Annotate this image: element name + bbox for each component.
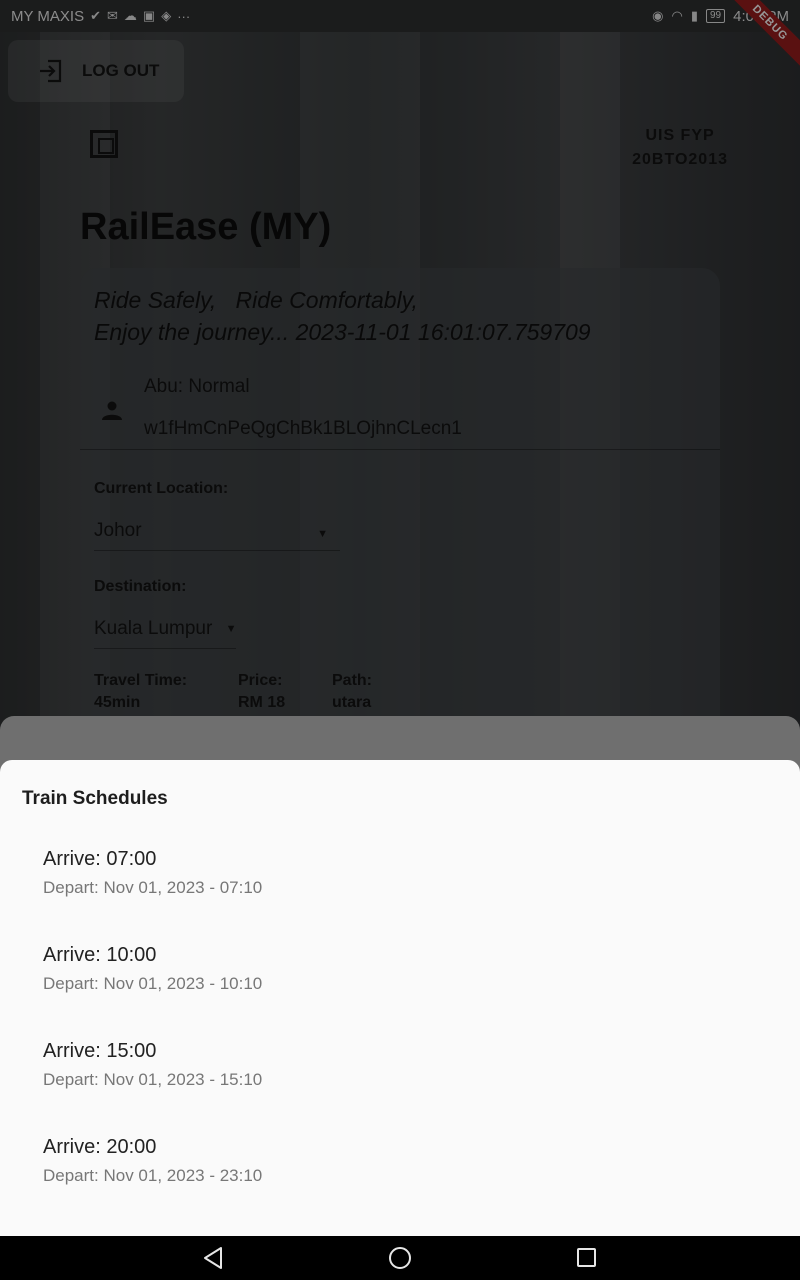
depart-time: Depart: Nov 01, 2023 - 23:10 (43, 1166, 263, 1185)
arrive-time: Arrive: 07:00 (43, 848, 157, 870)
recents-icon[interactable] (577, 1248, 596, 1267)
arrive-time: Arrive: 15:00 (43, 1040, 157, 1062)
schedule-item[interactable]: Arrive: 07:00 Depart: Nov 01, 2023 - 07:… (0, 848, 800, 944)
arrive-time: Arrive: 20:00 (43, 1136, 157, 1158)
schedule-item[interactable]: Arrive: 20:00 Depart: Nov 01, 2023 - 23:… (0, 1136, 800, 1232)
schedule-item[interactable]: Arrive: 10:00 Depart: Nov 01, 2023 - 10:… (0, 944, 800, 1040)
arrive-time: Arrive: 10:00 (43, 944, 157, 966)
train-schedules-sheet: Train Schedules Arrive: 07:00 Depart: No… (0, 760, 800, 1236)
schedule-item[interactable]: Arrive: 15:00 Depart: Nov 01, 2023 - 15:… (0, 1040, 800, 1136)
sheet-title: Train Schedules (22, 788, 168, 809)
depart-time: Depart: Nov 01, 2023 - 15:10 (43, 1070, 263, 1089)
depart-time: Depart: Nov 01, 2023 - 10:10 (43, 974, 263, 993)
depart-time: Depart: Nov 01, 2023 - 07:10 (43, 878, 263, 897)
back-icon[interactable] (202, 1246, 224, 1270)
home-icon[interactable] (389, 1247, 411, 1269)
system-nav-bar (0, 1236, 800, 1280)
